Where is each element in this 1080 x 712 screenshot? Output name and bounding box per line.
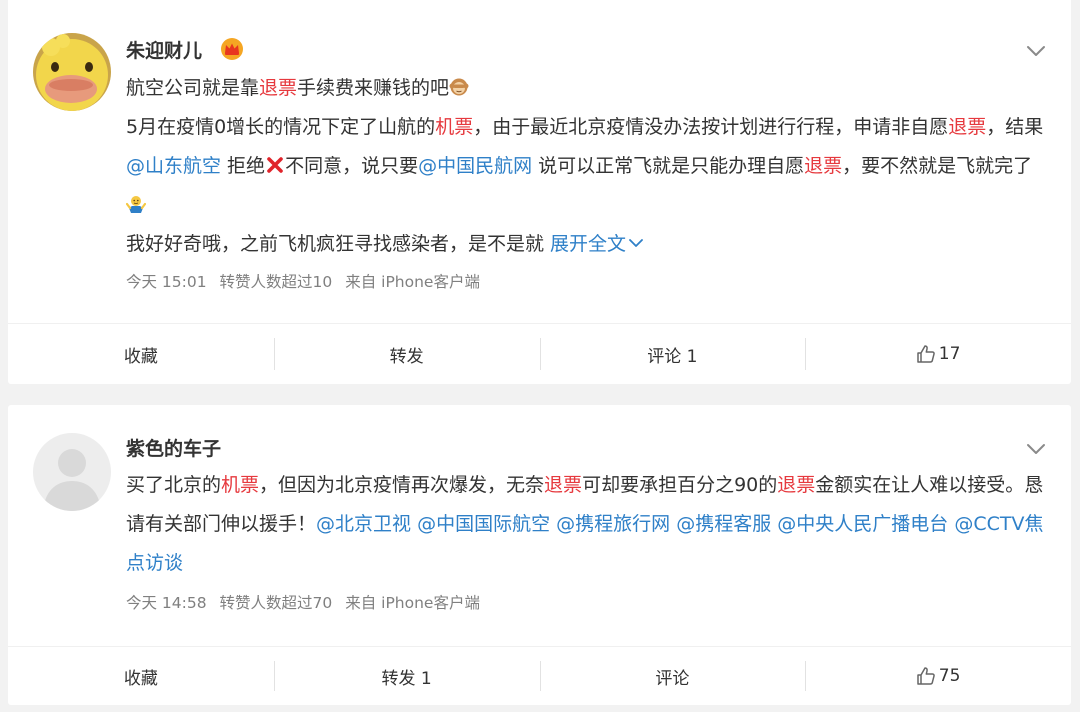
comment-button[interactable]: 评论 [539, 647, 806, 705]
expand-full-text-link[interactable]: 展开全文 [550, 233, 626, 255]
action-bar: 收藏 转发 1 评论 75 [8, 646, 1071, 705]
mention-link[interactable]: @携程客服 [676, 513, 771, 535]
repost-label: 转发 1 [381, 668, 432, 689]
post-time: 今天 14:58 [126, 594, 207, 612]
keyword-highlight: 退票 [948, 116, 987, 138]
post-card: 朱迎财儿 航空公司就是靠退票手续费来赚钱的吧 5月在疫情0增长的情况下定了山航的机… [8, 0, 1071, 384]
thumbs-up-icon [917, 345, 935, 363]
text-fragment: 手续费来赚钱的吧 [297, 77, 450, 99]
chevron-down-icon[interactable] [1025, 40, 1047, 62]
text-fragment: 航空公司就是靠 [126, 77, 260, 99]
mention-link[interactable]: @中国国际航空 [417, 513, 550, 535]
like-button[interactable]: 75 [805, 647, 1071, 705]
crown-icon [221, 38, 243, 60]
text-fragment: 买了北京的 [126, 474, 222, 496]
thumbs-up-icon [917, 667, 935, 685]
post-source: 来自 iPhone客户端 [345, 594, 480, 612]
mention-link[interactable]: @携程旅行网 [556, 513, 670, 535]
text-fragment: 我好好奇哦，之前飞机疯狂寻找感染者，是不是就 [126, 233, 551, 255]
repost-count: 转赞人数超过70 [219, 594, 333, 612]
keyword-highlight: 退票 [777, 474, 816, 496]
post-time: 今天 15:01 [126, 273, 207, 291]
cross-mark-icon [267, 157, 283, 173]
mention-link[interactable]: @北京卫视 [316, 513, 411, 535]
text-fragment: ，由于最近北京疫情没办法按计划进行行程，申请非自愿 [473, 116, 949, 138]
repost-button[interactable]: 转发 1 [273, 647, 540, 705]
post-meta: 今天 14:58 转赞人数超过70 来自 iPhone客户端 [126, 591, 488, 613]
mention-link[interactable]: @山东航空 [126, 155, 221, 177]
text-fragment: 拒绝 [221, 155, 266, 177]
repost-label: 转发 [389, 346, 424, 367]
text-fragment: 不同意，说只要 [285, 155, 419, 177]
like-count: 17 [938, 344, 961, 364]
action-bar: 收藏 转发 评论 1 17 [8, 323, 1071, 384]
repost-button[interactable]: 转发 [273, 324, 540, 384]
post-text: 航空公司就是靠退票手续费来赚钱的吧 5月在疫情0增长的情况下定了山航的机票，由于最… [126, 69, 1051, 264]
chevron-down-icon[interactable] [626, 233, 646, 253]
keyword-highlight: 退票 [804, 155, 843, 177]
text-fragment: ，结果 [986, 116, 1044, 138]
text-fragment: ，但因为北京疫情再次爆发，无奈 [259, 474, 545, 496]
post-card: 紫色的车子 买了北京的机票，但因为北京疫情再次爆发，无奈退票可却要承担百分之90… [8, 405, 1071, 705]
comment-label: 评论 [655, 668, 690, 689]
mention-link[interactable]: @中国民航网 [418, 155, 532, 177]
like-button[interactable]: 17 [805, 324, 1071, 384]
username[interactable]: 紫色的车子 [126, 434, 221, 461]
comment-button[interactable]: 评论 1 [539, 324, 806, 384]
comment-label: 评论 1 [647, 346, 698, 367]
shrug-emoji-icon [126, 196, 146, 213]
chevron-down-icon[interactable] [1025, 438, 1047, 460]
repost-count: 转赞人数超过10 [219, 273, 333, 291]
username[interactable]: 朱迎财儿 [126, 36, 202, 63]
text-fragment: 5月在疫情0增长的情况下定了山航的 [126, 116, 436, 138]
keyword-highlight: 机票 [221, 474, 260, 496]
text-fragment: ，要不然就是飞就完了 [842, 155, 1033, 177]
keyword-highlight: 退票 [259, 77, 298, 99]
keyword-highlight: 机票 [435, 116, 474, 138]
favorite-label: 收藏 [123, 668, 158, 689]
post-text: 买了北京的机票，但因为北京疫情再次爆发，无奈退票可却要承担百分之90的退票金额实… [126, 466, 1051, 583]
favorite-button[interactable]: 收藏 [8, 647, 274, 705]
post-meta: 今天 15:01 转赞人数超过10 来自 iPhone客户端 [126, 270, 488, 292]
monkey-emoji-icon [449, 78, 469, 96]
text-fragment: 可却要承担百分之90的 [582, 474, 778, 496]
post-source: 来自 iPhone客户端 [345, 273, 480, 291]
like-count: 75 [938, 666, 961, 686]
favorite-label: 收藏 [123, 346, 158, 367]
favorite-button[interactable]: 收藏 [8, 324, 274, 384]
mention-link[interactable]: @中央人民广播电台 [777, 513, 948, 535]
avatar[interactable] [33, 33, 111, 111]
avatar[interactable] [33, 433, 111, 511]
keyword-highlight: 退票 [544, 474, 583, 496]
text-fragment: 说可以正常飞就是只能办理自愿 [532, 155, 805, 177]
